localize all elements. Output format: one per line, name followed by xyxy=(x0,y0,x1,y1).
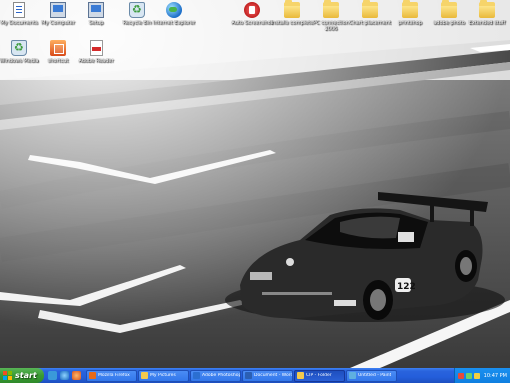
desktop-icon-pdf-file[interactable]: Adobe Reader xyxy=(74,40,118,70)
system-tray: 10:47 PM xyxy=(453,368,510,383)
window-app-icon xyxy=(349,372,356,379)
folder-icon xyxy=(284,0,300,18)
desktop-icon-label: printshop xyxy=(398,20,422,26)
network-tray-icon[interactable] xyxy=(465,372,472,379)
taskbar-window-button[interactable]: Mozilla Firefox xyxy=(86,369,137,382)
firefox-icon[interactable] xyxy=(72,371,81,380)
quick-launch-bar xyxy=(44,368,85,383)
desktop-icon-windows-media[interactable]: Windows Media xyxy=(0,40,41,70)
taskbar-window-button[interactable]: CIP - Folder xyxy=(294,369,345,382)
window-title: CIP - Folder xyxy=(306,373,332,378)
antivirus-tray-icon[interactable] xyxy=(457,372,464,379)
desktop-icon-my-network[interactable]: Setup xyxy=(74,2,118,32)
desktop-icon-label: PC connection 2006 xyxy=(313,20,349,32)
desktop-icon-auto-screenshot[interactable]: Auto Screenshot xyxy=(230,2,274,32)
desktop-icon-folder-2[interactable]: PC connection 2006 xyxy=(309,0,353,32)
desktop-icon-label: Setup xyxy=(88,20,104,26)
window-title: My Pictures xyxy=(150,373,176,378)
doc-icon xyxy=(13,2,25,18)
folder-icon xyxy=(402,0,418,18)
desktop-icon-internet-explorer[interactable]: Internet Explorer xyxy=(152,2,196,32)
window-app-icon xyxy=(89,372,96,379)
recycle-icon xyxy=(129,2,145,18)
window-app-icon xyxy=(245,372,252,379)
show-desktop-icon[interactable] xyxy=(48,371,57,380)
taskbar-window-button[interactable]: Adobe Photoshop xyxy=(190,369,241,382)
start-button[interactable]: start xyxy=(0,368,44,383)
desktop-icon-label: My Documents xyxy=(0,20,38,26)
desktop-icon-folder-3[interactable]: Chart placement xyxy=(348,0,392,32)
taskbar: start Mozilla Firefox My Pictures Adobe Ph… xyxy=(0,368,510,383)
window-app-icon xyxy=(193,372,200,379)
windows-flag-icon xyxy=(3,371,12,380)
computer-icon xyxy=(88,2,104,18)
folder-icon xyxy=(479,0,495,18)
taskbar-window-button[interactable]: Document - Word xyxy=(242,369,293,382)
desktop-icon-folder-6[interactable]: Extended stuff xyxy=(465,0,509,32)
window-app-icon xyxy=(297,372,304,379)
desktop-icon-label: Installs complete xyxy=(270,20,314,26)
desktop-icon-my-documents[interactable]: My Documents xyxy=(0,2,41,32)
desktop-icon-label: Chart placement xyxy=(349,20,391,26)
computer-icon xyxy=(50,2,66,18)
taskbar-windows: Mozilla Firefox My Pictures Adobe Photosho… xyxy=(85,369,397,382)
desktop-icon-label: Internet Explorer xyxy=(152,20,196,26)
app-icon xyxy=(50,40,66,56)
window-title: Adobe Photoshop xyxy=(202,373,240,378)
taskbar-window-button[interactable]: Untitled - Paint xyxy=(346,369,397,382)
window-title: Untitled - Paint xyxy=(358,373,392,378)
folder-icon xyxy=(362,0,378,18)
desktop-icon-label: Extended stuff xyxy=(468,20,506,26)
red-icon xyxy=(244,2,260,18)
window-title: Mozilla Firefox xyxy=(98,373,130,378)
volume-tray-icon[interactable] xyxy=(473,372,480,379)
internet-explorer-icon[interactable] xyxy=(60,371,69,380)
desktop-icon-label: Adobe Reader xyxy=(78,58,114,64)
pdf-icon xyxy=(89,40,103,56)
desktop-icon-folder-4[interactable]: printshop xyxy=(388,0,432,32)
folder-icon xyxy=(323,0,339,18)
recycle-icon xyxy=(11,40,27,56)
desktop-icon-folder-1[interactable]: Installs complete xyxy=(270,0,314,32)
window-title: Document - Word xyxy=(254,373,292,378)
desktop-icon-label: Auto Screenshot xyxy=(231,20,273,26)
desktop-icon-label: Windows Media xyxy=(0,58,39,64)
globe-icon xyxy=(166,2,182,18)
taskbar-window-button[interactable]: My Pictures xyxy=(138,369,189,382)
car-number: 122 xyxy=(397,282,416,292)
folder-icon xyxy=(441,0,457,18)
start-label: start xyxy=(15,371,37,380)
clock[interactable]: 10:47 PM xyxy=(484,373,507,379)
window-app-icon xyxy=(141,372,148,379)
